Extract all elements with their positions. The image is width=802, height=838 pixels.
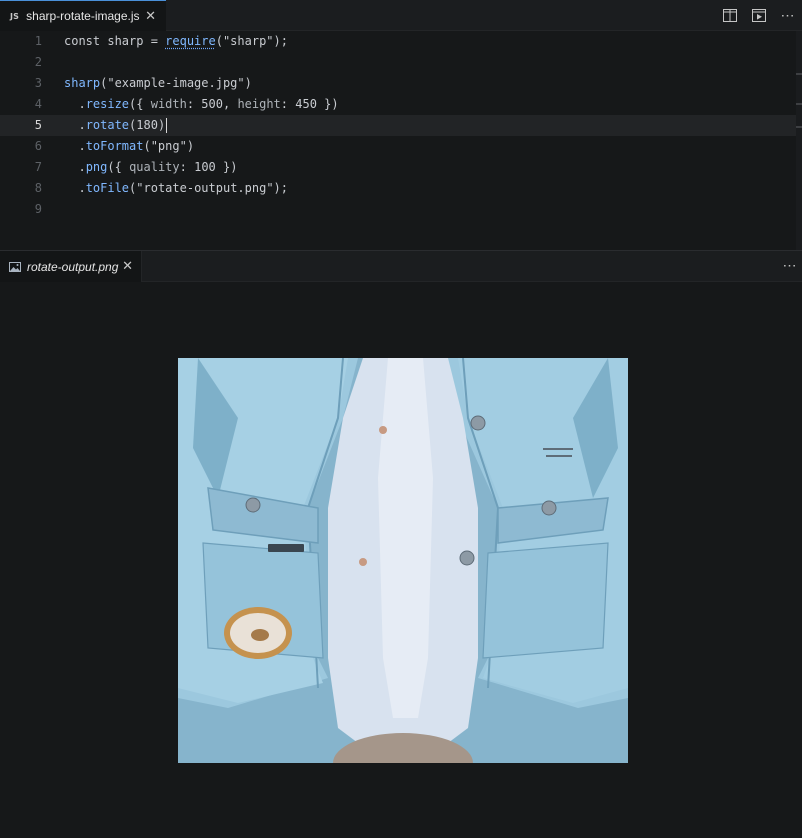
code-text: .toFormat("png") [64,139,195,153]
image-file-icon [9,261,21,272]
line-number: 9 [34,202,42,216]
line-number: 6 [34,139,42,153]
code-text: .rotate(180) [64,118,168,133]
preview-image[interactable] [178,358,628,763]
js-file-icon: JS [10,11,20,21]
close-icon[interactable]: ✕ [145,9,156,22]
preview-tab-bar: rotate-output.png ✕ ⋯ [0,251,802,282]
code-line: 4 .resize({ width: 500, height: 450 }) [0,94,802,115]
split-editor-icon[interactable] [721,7,738,24]
text-cursor [166,118,168,133]
denim-jacket-image [178,358,628,763]
line-number: 3 [34,76,42,90]
line-number: 2 [34,55,42,69]
line-number: 8 [34,181,42,195]
more-actions-icon[interactable]: ⋯ [781,258,798,275]
open-preview-icon[interactable] [750,7,767,24]
code-editor[interactable]: 1 const sharp = require("sharp"); 2 3 sh… [0,31,802,250]
line-number: 5 [34,118,42,132]
code-line: 2 [0,52,802,73]
tab-rotate-output[interactable]: rotate-output.png ✕ [0,251,142,282]
code-line: 8 .toFile("rotate-output.png"); [0,178,802,199]
code-line: 6 .toFormat("png") [0,136,802,157]
editor-actions: ⋯ [721,7,796,24]
code-line-active: 5 .rotate(180) [0,115,802,136]
line-number: 1 [34,34,42,48]
code-text: const sharp = require("sharp"); [64,34,288,48]
code-text: .toFile("rotate-output.png"); [64,181,288,195]
code-text: .resize({ width: 500, height: 450 }) [64,97,339,111]
code-line: 3 sharp("example-image.jpg") [0,73,802,94]
close-icon[interactable]: ✕ [122,259,133,272]
tab-label: sharp-rotate-image.js [26,9,140,23]
code-line: 7 .png({ quality: 100 }) [0,157,802,178]
more-actions-icon[interactable]: ⋯ [779,7,796,24]
editor-tab-bar: JS sharp-rotate-image.js ✕ ⋯ [0,0,802,31]
tab-label: rotate-output.png [27,259,119,274]
code-text: sharp("example-image.jpg") [64,76,252,90]
tab-sharp-rotate-image[interactable]: JS sharp-rotate-image.js ✕ [0,0,166,31]
line-number: 7 [34,160,42,174]
code-line: 1 const sharp = require("sharp"); [0,31,802,52]
code-line: 9 [0,199,802,220]
code-text: .png({ quality: 100 }) [64,160,238,174]
image-preview-pane [0,282,802,838]
line-number: 4 [34,97,42,111]
overview-ruler[interactable] [796,31,802,250]
